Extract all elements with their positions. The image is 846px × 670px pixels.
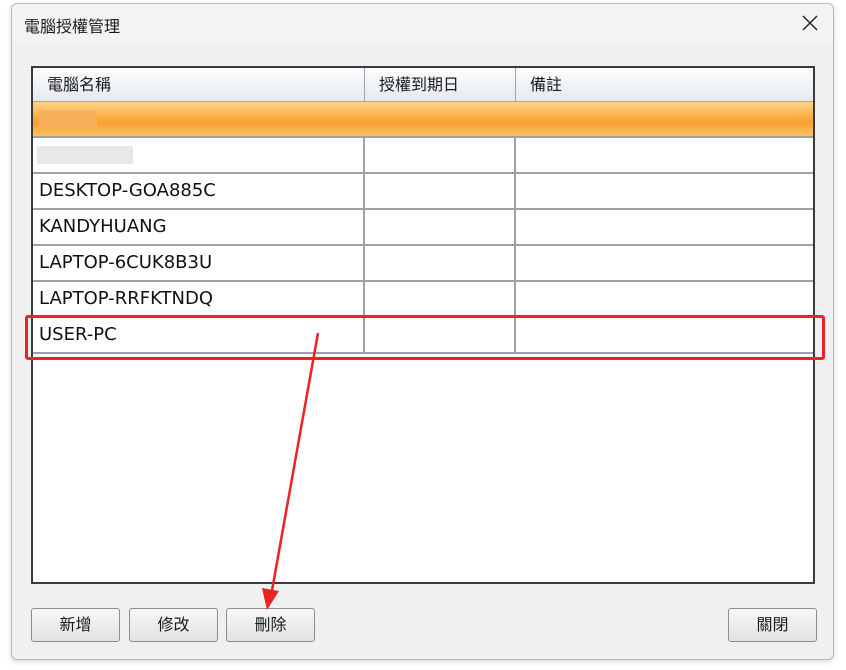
window-title: 電腦授權管理 [24,17,121,36]
table-row[interactable]: LAPTOP-6CUK8B3U [33,246,813,282]
table-row[interactable]: LAPTOP-RRFKTNDQ [33,282,813,318]
table-row[interactable]: KANDYHUANG [33,210,813,246]
computer-license-table[interactable]: 電腦名稱 授權到期日 備註 DESKTOP-GOA885C KANDYHUANG L… [31,66,815,584]
redacted-name-block [39,110,97,128]
table-cell-computer-name [33,102,365,136]
table-cell-note [516,210,813,244]
column-header-expiry-date[interactable]: 授權到期日 [365,68,516,102]
table-cell-computer-name: KANDYHUANG [33,210,365,244]
redacted-name-block [37,146,133,164]
table-cell-note [516,318,813,352]
table-cell-note [516,174,813,208]
column-header-computer-name[interactable]: 電腦名稱 [33,68,365,102]
license-dialog: 電腦授權管理 電腦名稱 授權到期日 備註 DESKTOP-GOA885C KAND… [11,3,834,660]
add-button[interactable]: 新增 [31,608,120,642]
close-button[interactable]: 關閉 [728,608,817,642]
window-close-button[interactable] [787,4,833,42]
table-cell-expiry-date [365,282,516,316]
table-row[interactable]: USER-PC [33,318,813,354]
table-row[interactable] [33,138,813,174]
table-cell-computer-name: DESKTOP-GOA885C [33,174,365,208]
table-cell-note [516,138,813,172]
table-cell-expiry-date [365,210,516,244]
table-row[interactable]: DESKTOP-GOA885C [33,174,813,210]
table-cell-note [516,282,813,316]
table-row[interactable] [33,102,813,138]
table-cell-computer-name: LAPTOP-RRFKTNDQ [33,282,365,316]
table-cell-computer-name [33,138,365,172]
delete-button[interactable]: 刪除 [226,608,315,642]
edit-button[interactable]: 修改 [129,608,218,642]
table-cell-expiry-date [365,138,516,172]
table-cell-computer-name: LAPTOP-6CUK8B3U [33,246,365,280]
title-bar: 電腦授權管理 [12,4,833,42]
table-cell-note [516,246,813,280]
close-icon [802,15,818,31]
table-cell-expiry-date [365,246,516,280]
table-cell-note [516,102,813,136]
table-cell-expiry-date [365,102,516,136]
table-cell-computer-name: USER-PC [33,318,365,352]
table-cell-expiry-date [365,174,516,208]
table-header: 電腦名稱 授權到期日 備註 [33,68,813,102]
table-cell-expiry-date [365,318,516,352]
column-header-note[interactable]: 備註 [516,68,813,102]
